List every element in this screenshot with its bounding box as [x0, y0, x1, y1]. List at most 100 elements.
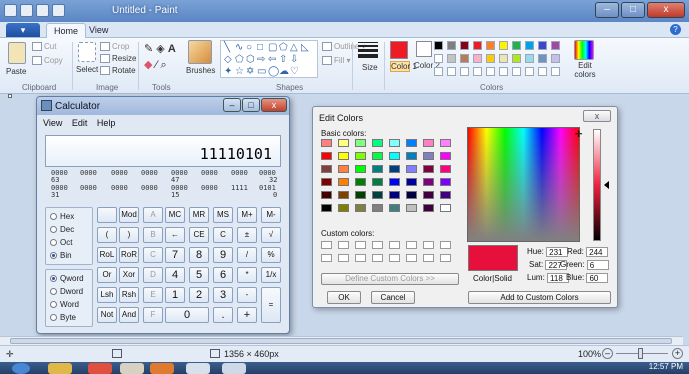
blue-field[interactable]: Blue: 60 [566, 273, 609, 283]
calc-key[interactable]: 3 [213, 287, 233, 303]
calc-key[interactable]: 8 [189, 247, 209, 263]
calculator-taskbar-icon[interactable] [222, 363, 246, 374]
paint-taskbar-icon[interactable] [186, 363, 210, 374]
lum-field[interactable]: Lum: 118 [527, 273, 570, 283]
app-taskbar-icon[interactable] [120, 363, 144, 374]
basic-color-swatch[interactable] [372, 178, 383, 186]
line-shape-icon[interactable]: ╲ [224, 43, 230, 53]
custom-color-swatch[interactable] [321, 254, 332, 262]
basic-color-swatch[interactable] [372, 191, 383, 199]
five-star-shape-icon[interactable]: ☆ [235, 67, 244, 77]
palette-color-swatch[interactable] [512, 54, 521, 63]
eraser-icon[interactable]: ◆ [144, 59, 152, 71]
calc-key[interactable]: % [261, 247, 281, 263]
heart-shape-icon[interactable]: ♡ [290, 67, 299, 77]
zoom-out-button[interactable]: – [602, 348, 613, 359]
menu-help[interactable]: Help [97, 118, 116, 128]
brushes-icon[interactable] [188, 40, 212, 64]
red-field[interactable]: Red: 244 [567, 247, 609, 257]
calc-key[interactable]: And [119, 307, 139, 323]
calc-key[interactable]: MC [165, 207, 185, 223]
palette-color-swatch[interactable] [551, 41, 560, 50]
palette-color-swatch[interactable] [460, 41, 469, 50]
basic-color-swatch[interactable] [406, 178, 417, 186]
brushes-button[interactable]: Brushes [186, 66, 215, 75]
scrollbar-thumb[interactable] [10, 338, 672, 344]
custom-color-swatch[interactable] [338, 241, 349, 249]
six-star-shape-icon[interactable]: ✡ [246, 67, 254, 77]
edit-colors-close-button[interactable]: x [583, 110, 611, 122]
green-field[interactable]: Green: 6 [560, 260, 609, 270]
basic-color-swatch[interactable] [406, 191, 417, 199]
calc-key[interactable]: - [237, 287, 257, 303]
custom-color-swatch[interactable] [389, 254, 400, 262]
calc-key[interactable]: 1/x [261, 267, 281, 283]
palette-color-swatch[interactable] [538, 54, 547, 63]
calc-key[interactable]: Mod [119, 207, 139, 223]
down-arrow-shape-icon[interactable]: ⇩ [290, 55, 298, 65]
basic-color-swatch[interactable] [406, 139, 417, 147]
redo-icon[interactable] [52, 4, 65, 17]
zoom-in-button[interactable]: + [672, 348, 683, 359]
calc-key[interactable]: MR [189, 207, 209, 223]
basic-color-swatch[interactable] [321, 165, 332, 173]
basic-color-swatch[interactable] [355, 204, 366, 212]
calc-key[interactable]: C [143, 247, 163, 263]
calc-key[interactable]: RoR [119, 247, 139, 263]
basic-color-swatch[interactable] [423, 139, 434, 147]
basic-color-swatch[interactable] [440, 204, 451, 212]
palette-color-swatch[interactable] [447, 54, 456, 63]
color2-button[interactable]: Color 2 [414, 61, 440, 70]
luminosity-arrow-icon[interactable] [604, 181, 609, 189]
crop-button[interactable]: Crop [100, 42, 129, 52]
start-button-icon[interactable] [12, 363, 30, 374]
radio-dec[interactable]: Dec [50, 225, 74, 234]
custom-color-swatch[interactable] [423, 241, 434, 249]
basic-color-swatch[interactable] [355, 178, 366, 186]
calc-key[interactable]: 7 [165, 247, 185, 263]
calc-key[interactable]: . [213, 307, 233, 323]
radio-oct[interactable]: Oct [50, 238, 72, 247]
basic-color-swatch[interactable] [389, 178, 400, 186]
basic-color-swatch[interactable] [338, 191, 349, 199]
basic-color-swatch[interactable] [372, 139, 383, 147]
basic-color-swatch[interactable] [440, 191, 451, 199]
radio-word[interactable]: Word [50, 300, 79, 309]
basic-color-swatch[interactable] [423, 165, 434, 173]
calc-key[interactable]: 4 [165, 267, 185, 283]
palette-color-swatch[interactable] [551, 54, 560, 63]
calc-key[interactable]: 1 [165, 287, 185, 303]
rounded-rect-shape-icon[interactable]: ▢ [268, 43, 277, 53]
basic-color-swatch[interactable] [440, 139, 451, 147]
palette-color-swatch[interactable] [486, 41, 495, 50]
maximize-button[interactable]: □ [621, 2, 645, 18]
browser-taskbar-icon[interactable] [88, 363, 112, 374]
basic-color-swatch[interactable] [423, 204, 434, 212]
palette-color-swatch[interactable] [460, 54, 469, 63]
calc-key[interactable]: CE [189, 227, 209, 243]
palette-empty-swatch[interactable] [525, 67, 534, 76]
calc-key[interactable]: RoL [97, 247, 117, 263]
color-picker-icon[interactable]: ⁄ [156, 59, 158, 71]
palette-color-swatch[interactable] [499, 41, 508, 50]
custom-color-swatch[interactable] [355, 254, 366, 262]
file-menu-button[interactable]: ▾ [6, 23, 40, 37]
palette-color-swatch[interactable] [473, 54, 482, 63]
basic-color-swatch[interactable] [321, 178, 332, 186]
basic-color-swatch[interactable] [321, 191, 332, 199]
custom-color-swatch[interactable] [389, 241, 400, 249]
minimize-button[interactable]: – [595, 2, 619, 18]
calc-key[interactable]: ± [237, 227, 257, 243]
calc-minimize-button[interactable]: – [223, 98, 241, 112]
basic-color-swatch[interactable] [338, 139, 349, 147]
paste-icon[interactable] [8, 42, 26, 64]
shapes-gallery[interactable]: ╲ ∿ ○ □ ▢ ⬠ △ ◺ ◇ ⬠ ⬡ ⇨ ⇦ ⇧ ⇩ ✦ ☆ ✡ ▭ ◯ … [220, 40, 318, 78]
radio-qword[interactable]: Qword [50, 274, 84, 283]
palette-color-swatch[interactable] [434, 41, 443, 50]
calc-key[interactable]: Rsh [119, 287, 139, 303]
palette-color-swatch[interactable] [447, 41, 456, 50]
custom-color-swatch[interactable] [406, 254, 417, 262]
basic-color-swatch[interactable] [372, 165, 383, 173]
calc-key[interactable]: 0 [165, 307, 209, 323]
calc-key[interactable]: √ [261, 227, 281, 243]
